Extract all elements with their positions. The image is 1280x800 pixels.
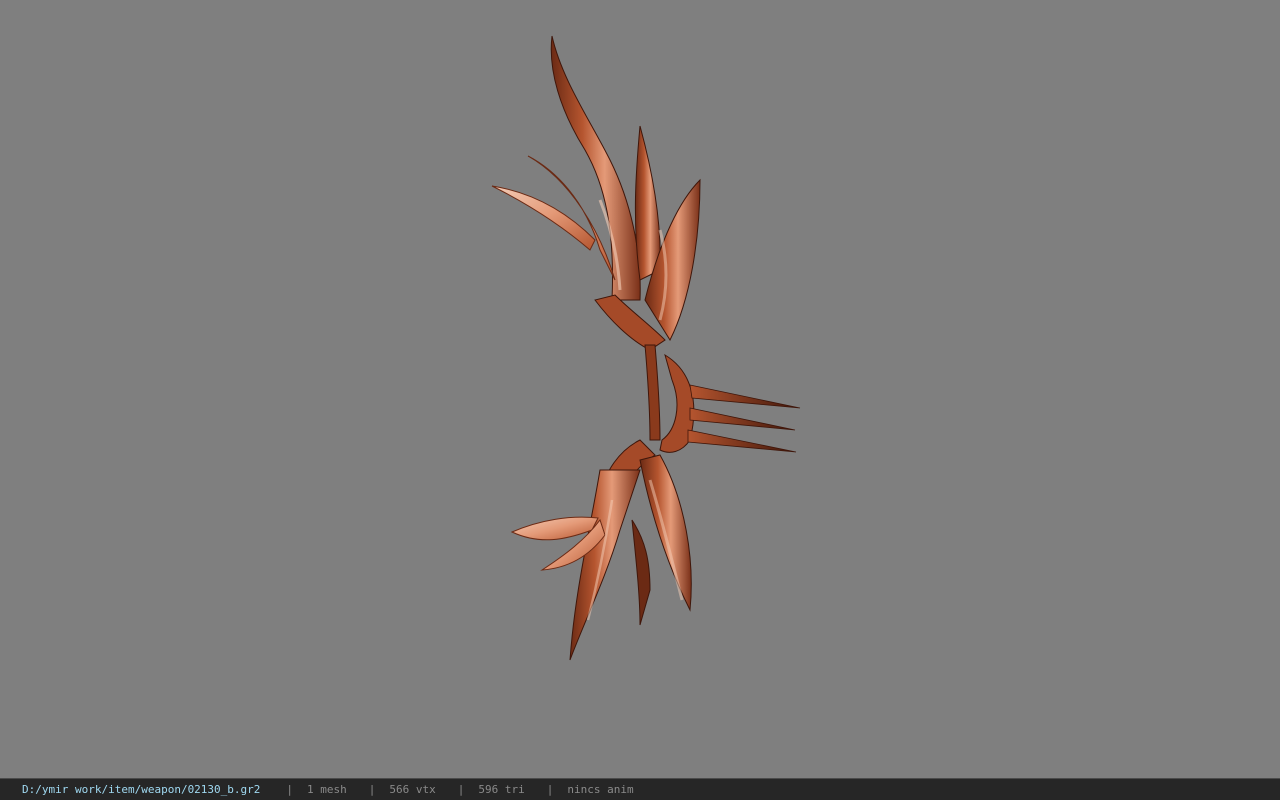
status-separator: | <box>546 782 554 796</box>
spikes <box>687 384 801 453</box>
status-separator: | <box>457 782 465 796</box>
vertex-count: 566 vtx <box>389 782 436 796</box>
status-separator: | <box>286 782 294 796</box>
status-bar: D:/ymir work/item/weapon/02130_b.gr2 | 1… <box>0 778 1280 800</box>
status-separator: | <box>368 782 376 796</box>
lower-wing <box>510 439 692 661</box>
model-viewer-window: D:/ymir work/item/weapon/02130_b.gr2 | 1… <box>0 0 1280 800</box>
upper-wing <box>491 35 701 351</box>
animation-status: nincs anim <box>567 782 634 796</box>
file-path: D:/ymir work/item/weapon/02130_b.gr2 <box>22 782 261 796</box>
3d-viewport[interactable] <box>0 0 1280 778</box>
weapon-model-icon[interactable] <box>0 0 1280 778</box>
grip <box>644 344 695 453</box>
triangle-count: 596 tri <box>478 782 525 796</box>
mesh-count: 1 mesh <box>307 782 347 796</box>
